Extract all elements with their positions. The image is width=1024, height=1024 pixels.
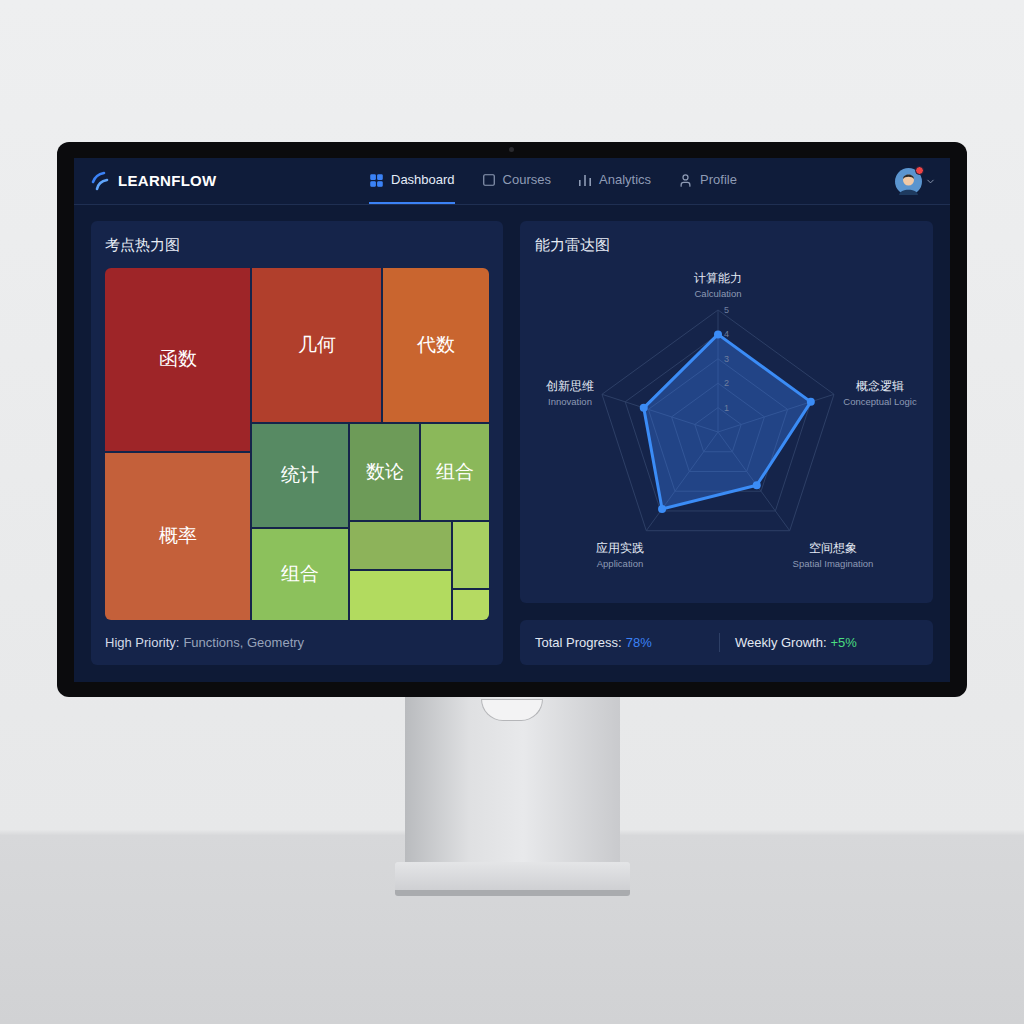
svg-text:计算能力: 计算能力: [694, 271, 742, 285]
treemap: 函数概率几何代数统计组合数论组合: [105, 268, 489, 620]
notification-dot: [915, 166, 924, 175]
stand-neck: [405, 697, 620, 862]
nav-menu: Dashboard Courses Analytics Profile: [369, 158, 737, 204]
camera: [509, 147, 514, 152]
tile-label: 组合: [281, 560, 319, 589]
heatmap-tile[interactable]: 几何: [252, 268, 381, 422]
radar-ring: [625, 334, 811, 511]
svg-text:Conceptual Logic: Conceptual Logic: [843, 396, 917, 407]
radar-point[interactable]: [640, 404, 648, 412]
monitor: LEARNFLOW Dashboard Courses Analytics Profil…: [57, 142, 967, 697]
heatmap-tile[interactable]: 代数: [383, 268, 489, 422]
heatmap-tile[interactable]: [453, 522, 489, 588]
svg-text:创新思维: 创新思维: [546, 379, 594, 393]
heatmap-tile[interactable]: [350, 571, 451, 620]
svg-text:Spatial Imagination: Spatial Imagination: [793, 558, 874, 569]
tile-label: 组合: [436, 458, 474, 487]
radar-tick: 1: [724, 403, 729, 413]
radar-point[interactable]: [658, 505, 666, 513]
panel-title: 考点热力图: [105, 235, 489, 268]
tile-label: 统计: [281, 461, 319, 490]
svg-text:Innovation: Innovation: [548, 396, 592, 407]
nav-bar: LEARNFLOW Dashboard Courses Analytics Profil…: [74, 158, 950, 205]
radar-label: 计算能力 Calculation: [694, 271, 742, 299]
heatmap-tile[interactable]: 函数: [105, 268, 250, 451]
panel-title: 能力雷达图: [520, 221, 933, 257]
radar-panel: 能力雷达图 1 2 3 4 5 计算能力 Calculation 概念逻辑 Conceptual …: [520, 221, 933, 603]
radar-point[interactable]: [807, 398, 815, 406]
stats-panel: Total Progress:78%Weekly Growth:+5%: [520, 620, 933, 665]
screen: LEARNFLOW Dashboard Courses Analytics Profil…: [74, 158, 950, 682]
tile-label: 代数: [417, 331, 455, 360]
profile-icon: [678, 173, 693, 188]
svg-text:空间想象: 空间想象: [809, 541, 857, 555]
svg-text:概念逻辑: 概念逻辑: [856, 379, 904, 393]
heatmap-tile[interactable]: 数论: [350, 424, 419, 520]
svg-text:Calculation: Calculation: [695, 288, 742, 299]
user-avatar[interactable]: [895, 168, 922, 195]
heatmap-tile[interactable]: [350, 522, 451, 569]
logo[interactable]: LEARNFLOW: [74, 158, 369, 204]
nav-item[interactable]: Dashboard: [369, 158, 455, 204]
radar-tick: 2: [724, 378, 729, 388]
radar-ring: [602, 310, 834, 531]
heatmap-tile[interactable]: 组合: [252, 529, 348, 620]
radar-point[interactable]: [753, 481, 761, 489]
tile-label: 函数: [159, 345, 197, 374]
radar-label: 空间想象 Spatial Imagination: [793, 541, 874, 569]
monitor-stand: [395, 697, 630, 896]
nav-item[interactable]: Courses: [482, 158, 551, 204]
nav-item[interactable]: Analytics: [578, 158, 651, 204]
radar-area: [644, 334, 811, 509]
radar-point[interactable]: [714, 330, 722, 338]
tile-label: 几何: [298, 331, 336, 360]
stand-base-edge: [395, 890, 630, 896]
content: 考点热力图函数概率几何代数统计组合数论组合High Priority:Funct…: [74, 205, 950, 682]
nav-item[interactable]: Profile: [678, 158, 737, 204]
radar-chart: 1 2 3 4 5 计算能力 Calculation 概念逻辑 Conceptual Logic…: [520, 257, 933, 593]
heatmap-tile[interactable]: 概率: [105, 453, 250, 620]
heatmap-tile[interactable]: [453, 590, 489, 620]
radar-label: 创新思维 Innovation: [546, 379, 594, 407]
radar-label: 概念逻辑 Conceptual Logic: [843, 379, 917, 407]
tile-label: 数论: [366, 458, 404, 487]
svg-text:应用实践: 应用实践: [596, 541, 644, 555]
courses-icon: [482, 173, 496, 187]
heatmap-tile[interactable]: 统计: [252, 424, 348, 527]
logo-icon: [90, 170, 110, 192]
stat-item: Total Progress:78%: [535, 633, 719, 653]
cable-hole: [481, 699, 543, 721]
scene: LEARNFLOW Dashboard Courses Analytics Profil…: [0, 0, 1024, 1024]
radar-label: 应用实践 Application: [596, 541, 644, 569]
logo-text: LEARNFLOW: [118, 170, 217, 193]
svg-text:Application: Application: [597, 558, 643, 569]
analytics-icon: [578, 173, 592, 187]
heatmap-footer: High Priority:Functions, Geometry: [105, 634, 489, 652]
heatmap-tile[interactable]: 组合: [421, 424, 489, 520]
radar-tick: 3: [724, 354, 729, 364]
tile-label: 概率: [159, 522, 197, 551]
chevron-down-icon[interactable]: [925, 176, 936, 187]
dashboard-icon: [369, 173, 384, 188]
stand-base: [395, 862, 630, 890]
radar-tick: 4: [724, 329, 729, 339]
stat-item: Weekly Growth:+5%: [719, 633, 857, 653]
heatmap-panel: 考点热力图函数概率几何代数统计组合数论组合High Priority:Funct…: [91, 221, 503, 665]
radar-tick: 5: [724, 305, 729, 315]
